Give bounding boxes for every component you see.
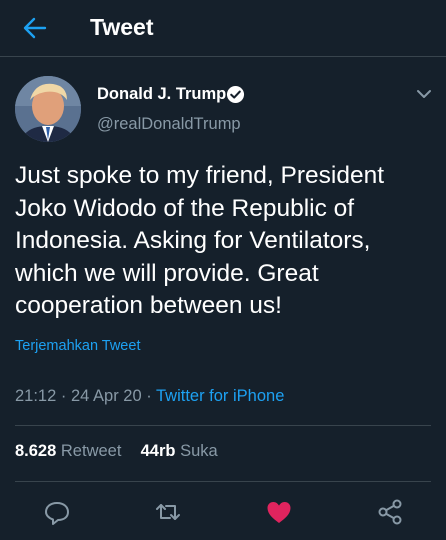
retweet-button[interactable]	[153, 497, 183, 527]
divider	[15, 425, 431, 426]
meta-separator: ·	[146, 387, 156, 405]
tweet-time: 21:12	[15, 387, 57, 405]
author-handle[interactable]: @realDonaldTrump	[97, 115, 241, 134]
back-button[interactable]	[20, 13, 50, 43]
avatar-image	[15, 76, 81, 142]
translate-tweet-link[interactable]: Terjemahkan Tweet	[15, 338, 140, 354]
tweet-text: Just spoke to my friend, President Joko …	[15, 162, 385, 319]
verified-badge-icon	[226, 85, 245, 104]
retweets-count: 8.628	[15, 442, 57, 460]
back-arrow-icon	[23, 17, 47, 39]
retweets-stat[interactable]: 8.628 Retweet	[15, 442, 126, 460]
likes-stat[interactable]: 44rb Suka	[141, 442, 218, 460]
retweets-label: Retweet	[60, 442, 122, 460]
heart-icon	[267, 502, 291, 523]
likes-count: 44rb	[140, 442, 176, 460]
retweet-icon	[156, 504, 180, 520]
chevron-down-icon	[417, 90, 431, 98]
avatar[interactable]	[15, 76, 81, 142]
tweet-options-button[interactable]	[413, 84, 435, 104]
meta-separator: ·	[60, 387, 71, 405]
like-button[interactable]	[264, 497, 294, 527]
engagement-stats: 8.628 Retweet 44rb Suka	[15, 442, 218, 461]
likes-label: Suka	[180, 442, 218, 460]
divider	[15, 481, 431, 482]
tweet-meta: 21:12 · 24 Apr 20 · Twitter for iPhone	[15, 387, 284, 406]
author-name[interactable]: Donald J. Trump	[97, 85, 226, 104]
reply-button[interactable]	[42, 497, 72, 527]
tweet-date: 24 Apr 20	[70, 387, 142, 405]
page-title: Tweet	[90, 14, 154, 40]
tweet-source-link[interactable]: Twitter for iPhone	[156, 387, 284, 405]
share-button[interactable]	[375, 497, 405, 527]
reply-icon	[45, 502, 69, 525]
share-icon	[378, 499, 402, 525]
top-bar: Tweet	[0, 0, 446, 57]
